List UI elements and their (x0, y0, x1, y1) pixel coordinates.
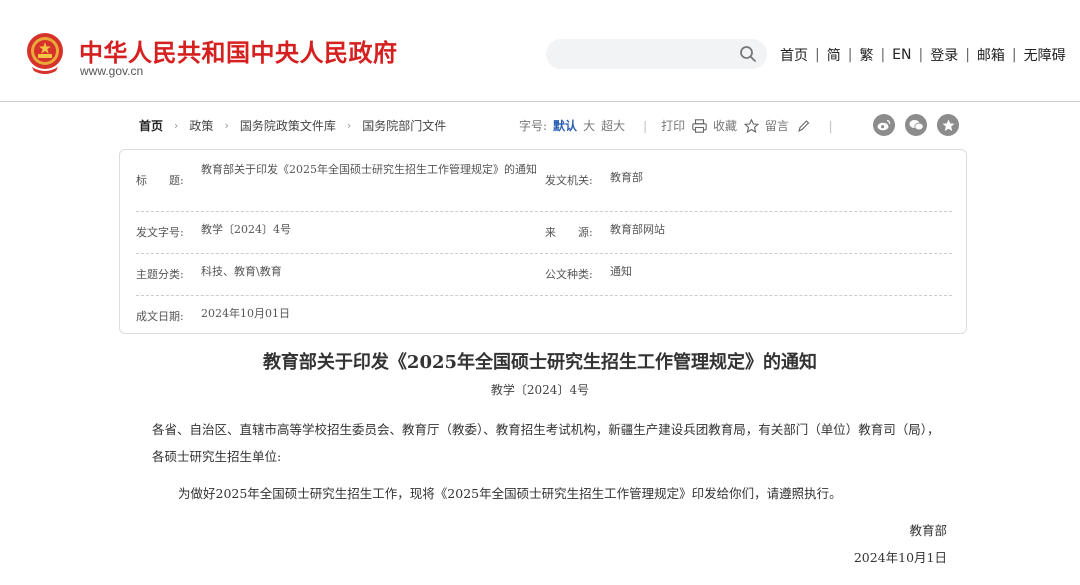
font-size-large[interactable]: 大 (583, 117, 595, 134)
meta-doctype-value: 通知 (610, 265, 632, 278)
meta-date-value: 2024年10月01日 (201, 307, 290, 320)
meta-row-docno: 发文字号: 教学〔2024〕4号 来 源: 教育部网站 (136, 212, 952, 254)
star-share-icon[interactable] (937, 114, 959, 136)
meta-docno-value: 教学〔2024〕4号 (201, 223, 291, 236)
article-docno: 教学〔2024〕4号 (490, 383, 590, 397)
nav-separator: | (1011, 47, 1017, 63)
chevron-right-icon: › (346, 119, 352, 132)
nav-login[interactable]: 登录 (930, 45, 958, 65)
nav-mail[interactable]: 邮箱 (977, 45, 1005, 65)
meta-row-topic: 主题分类: 科技、教育\教育 公文种类: 通知 (136, 254, 952, 296)
chevron-right-icon: › (224, 119, 229, 132)
meta-issuer-label: 发文机关: (545, 174, 593, 187)
breadcrumb: 首页 › 政策 › 国务院政策文件库 › 国务院部门文件 (139, 117, 446, 134)
pencil-icon (797, 120, 809, 133)
font-size-default[interactable]: 默认 (553, 117, 577, 134)
star-icon (743, 119, 759, 133)
meta-topic-label: 主题分类: (136, 268, 184, 281)
document-meta-box: 标 题: 教育部关于印发《2025年全国硕士研究生招生工作管理规定》的通知 发文… (119, 149, 967, 334)
nav-simplified[interactable]: 简 (827, 45, 841, 65)
meta-date-label: 成文日期: (136, 310, 184, 323)
meta-title-value: 教育部关于印发《2025年全国硕士研究生招生工作管理规定》的通知 (201, 163, 537, 176)
site-domain: www.gov.cn (80, 64, 144, 78)
weibo-icon[interactable] (873, 114, 895, 136)
nav-english[interactable]: EN (892, 47, 911, 63)
wechat-icon[interactable] (905, 114, 927, 136)
article-paragraph-addressees: 各省、自治区、直辖市高等学校招生委员会、教育厅（教委）、教育招生考试机构，新疆生… (152, 422, 940, 464)
top-nav: 首页 | 简 | 繁 | EN | 登录 | 邮箱 | 无障碍 (780, 45, 1066, 65)
chevron-right-icon: › (174, 119, 179, 132)
meta-topic-value: 科技、教育\教育 (201, 265, 282, 278)
breadcrumb-policy[interactable]: 政策 (189, 117, 213, 134)
meta-source-label: 来 源: (545, 226, 593, 239)
search-icon[interactable] (739, 45, 757, 63)
print-button[interactable]: 打印 (661, 117, 713, 134)
tools-divider: | (828, 118, 833, 133)
meta-docno-label: 发文字号: (136, 226, 184, 239)
wechat-glyph (909, 120, 924, 131)
meta-row-title: 标 题: 教育部关于印发《2025年全国硕士研究生招生工作管理规定》的通知 发文… (136, 150, 952, 212)
breadcrumb-policy-library[interactable]: 国务院政策文件库 (240, 117, 336, 134)
message-button[interactable]: 留言 (765, 117, 817, 134)
nav-separator: | (965, 47, 970, 63)
national-emblem-icon[interactable] (24, 31, 66, 77)
site-header: 中华人民共和国中央人民政府 www.gov.cn 首页 | 简 | 繁 | EN… (0, 0, 1080, 102)
article-signature-org: 教育部 (909, 523, 947, 538)
nav-accessibility[interactable]: 无障碍 (1024, 45, 1066, 65)
meta-doctype-label: 公文种类: (545, 268, 593, 281)
share-icons (863, 114, 959, 136)
printer-icon (692, 119, 707, 133)
search-input[interactable] (560, 43, 734, 67)
breadcrumb-dept-docs[interactable]: 国务院部门文件 (362, 117, 446, 134)
page-tools: 字号: 默认 大 超大 | 打印 收藏 留言 | (519, 117, 847, 134)
site-name[interactable]: 中华人民共和国中央人民政府 (79, 33, 398, 68)
weibo-glyph (877, 119, 891, 131)
font-size-label: 字号: (519, 119, 548, 133)
nav-separator: | (880, 47, 886, 63)
nav-separator: | (918, 47, 924, 63)
meta-row-date: 成文日期: 2024年10月01日 (136, 296, 952, 334)
nav-home[interactable]: 首页 (780, 45, 808, 65)
star-glyph (942, 119, 954, 131)
message-label: 留言 (764, 119, 789, 133)
article-title: 教育部关于印发《2025年全国硕士研究生招生工作管理规定》的通知 (262, 352, 818, 373)
tools-divider: | (643, 118, 648, 133)
article-paragraph-body: 为做好2025年全国硕士研究生招生工作，现将《2025年全国硕士研究生招生工作管… (178, 486, 842, 501)
nav-separator: | (847, 47, 853, 63)
meta-title-label: 标 题: (136, 174, 184, 187)
breadcrumb-bar: 首页 › 政策 › 国务院政策文件库 › 国务院部门文件 字号: 默认 大 超大… (139, 114, 959, 136)
meta-source-value: 教育部网站 (610, 223, 665, 236)
font-size-xlarge[interactable]: 超大 (601, 117, 625, 134)
favorite-button[interactable]: 收藏 (713, 117, 765, 134)
article-signature-date: 2024年10月1日 (853, 550, 947, 565)
search-box (546, 39, 767, 69)
favorite-label: 收藏 (712, 119, 737, 133)
print-label: 打印 (661, 119, 686, 133)
nav-traditional[interactable]: 繁 (859, 45, 873, 65)
breadcrumb-home[interactable]: 首页 (139, 117, 163, 134)
nav-separator: | (815, 47, 820, 63)
meta-issuer-value: 教育部 (610, 171, 643, 184)
